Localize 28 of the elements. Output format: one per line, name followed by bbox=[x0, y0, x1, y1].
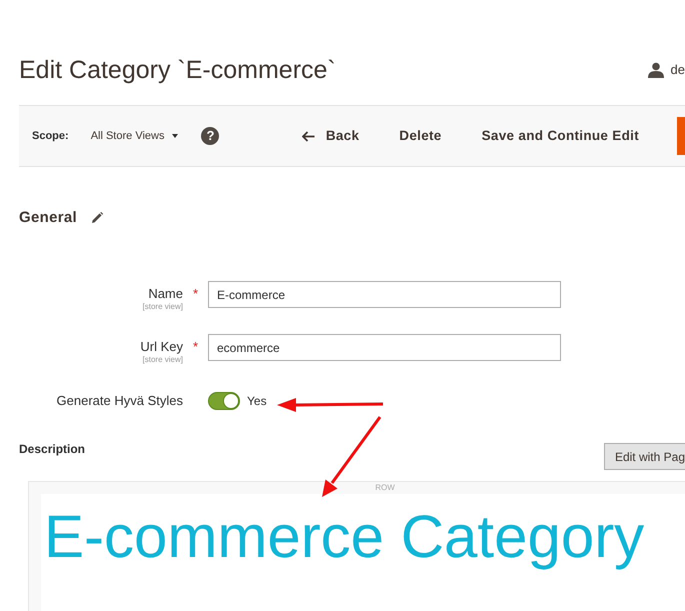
category-heading: E-commerce Category bbox=[44, 502, 646, 572]
toolbar-button[interactable]: Delete bbox=[385, 120, 456, 152]
arrow-left-icon bbox=[302, 130, 315, 142]
required-mark: * bbox=[192, 339, 198, 354]
pencil-icon bbox=[90, 212, 103, 224]
row-label: ROW bbox=[374, 482, 396, 494]
toggle-switch[interactable] bbox=[208, 392, 240, 410]
caret-icon bbox=[172, 134, 178, 138]
scope-note: [store view] bbox=[142, 355, 183, 366]
scope-dropdown[interactable]: All Store Views bbox=[90, 128, 178, 145]
toggle-value: Yes bbox=[247, 393, 267, 410]
page-title: Edit Category `E-commerce` bbox=[19, 54, 336, 85]
text-field[interactable]: E-commerce bbox=[208, 281, 561, 308]
field-label: Description bbox=[19, 441, 86, 458]
required-mark: * bbox=[192, 286, 198, 302]
toolbar-button[interactable]: Save and Continue Edit bbox=[468, 120, 653, 152]
user-name[interactable]: de bbox=[670, 60, 685, 80]
field-label: Name bbox=[147, 286, 183, 302]
user-icon bbox=[648, 62, 664, 78]
help-icon[interactable]: ? bbox=[201, 127, 220, 146]
field-label: Generate Hyvä Styles bbox=[56, 393, 183, 410]
text-field[interactable]: ecommerce bbox=[208, 334, 561, 362]
back-button[interactable]: Back bbox=[288, 120, 374, 152]
edit-button[interactable]: Edit with Pag bbox=[604, 443, 685, 470]
scope-note: [store view] bbox=[142, 302, 183, 312]
scope-label: Scope: bbox=[32, 129, 69, 144]
field-label: Url Key bbox=[139, 339, 183, 356]
section-title: General bbox=[19, 208, 77, 228]
